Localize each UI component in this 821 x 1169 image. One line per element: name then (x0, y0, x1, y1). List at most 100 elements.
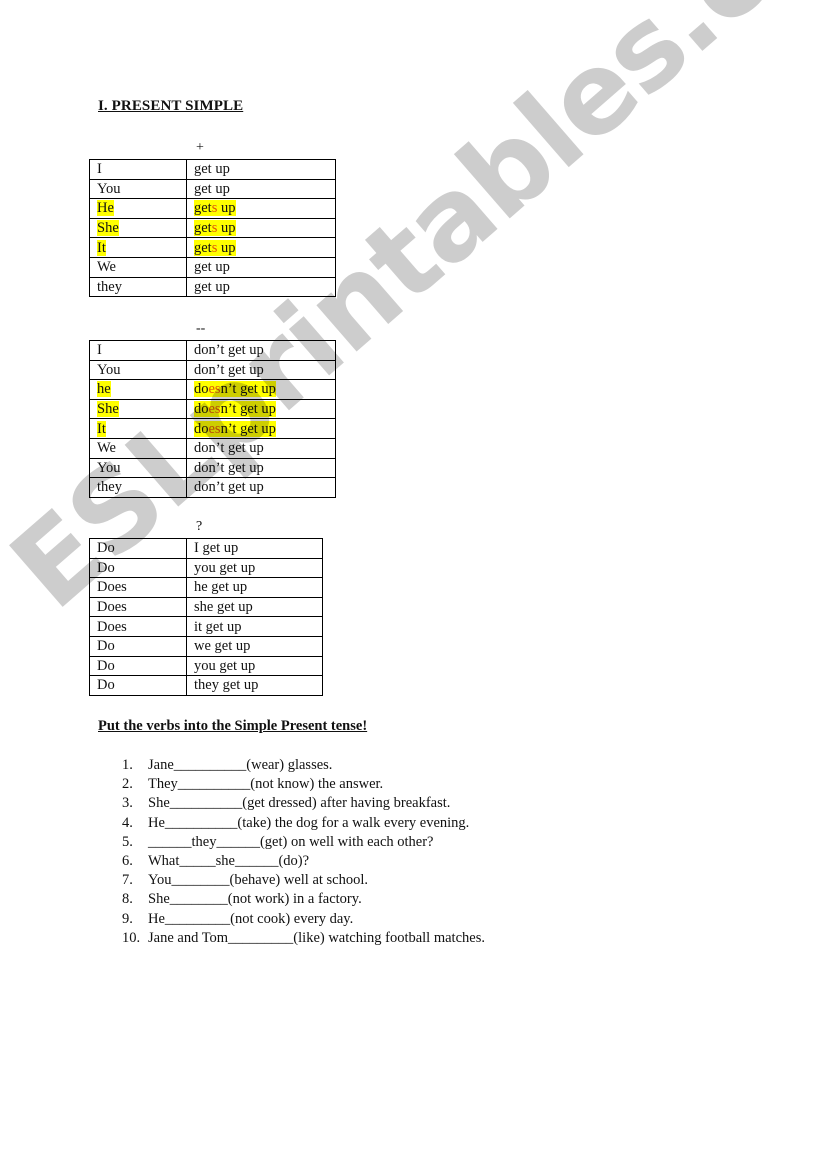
verb-cell: don’t get up (186, 477, 336, 498)
verb-cell: gets up (186, 237, 336, 258)
affirmative-row: She gets up (89, 217, 336, 239)
negative-row: She doesn’t get up (89, 398, 336, 420)
exercise-item: 3. She__________(get dressed) after havin… (122, 794, 485, 813)
verb-rest: n’t get up (220, 420, 276, 437)
verb-cell: don’t get up (186, 359, 336, 381)
verb-cell: gets up (186, 198, 336, 219)
item-text: ______they______(get) on well with each … (148, 833, 434, 850)
verb-cell: get up (186, 276, 336, 298)
verb-cell: gets up (186, 217, 336, 239)
exercise-item: 10. Jane and Tom_________(like) watching … (122, 929, 485, 948)
verb-cell: doesn’t get up (186, 418, 336, 439)
question-row: Do you get up (89, 655, 323, 677)
exercise-item: 7. You________(behave) well at school. (122, 871, 485, 890)
verb-rest: n’t get up (220, 381, 276, 398)
verb-text: gets up (194, 220, 236, 237)
item-text: Jane__________(wear) glasses. (148, 757, 333, 773)
question-table: Do I get up Do you get up Does he get up Does s… (89, 538, 323, 696)
verb-text: doesn’t get up (194, 401, 276, 418)
item-number: 5. (122, 833, 133, 850)
subject-cell: He (89, 198, 187, 219)
item-text: He__________(take) the dog for a walk ev… (148, 814, 470, 831)
auxiliary-cell: Does (89, 577, 187, 598)
item-number: 2. (122, 776, 133, 793)
subject-verb-cell: he get up (186, 577, 323, 598)
verb-stem: get (194, 200, 212, 217)
affirmative-row: We get up (89, 256, 336, 278)
verb-text: don’t get up (194, 459, 264, 476)
subject-cell: It (89, 418, 187, 439)
subject-verb-cell: you get up (186, 655, 323, 677)
subject-text: She (97, 220, 119, 237)
subject-text: He (97, 200, 114, 217)
subject-verb-cell: she get up (186, 596, 323, 618)
negative-row: It doesn’t get up (89, 418, 336, 439)
negative-table: Idon’t get up You don’t get up he doesn’t ge… (89, 340, 336, 498)
subject-verb-cell: they get up (186, 675, 323, 696)
subject-cell: It (89, 237, 187, 258)
subject-cell: She (89, 217, 187, 239)
verb-stem: do (194, 420, 209, 437)
negative-row: they don’t get up (89, 477, 336, 498)
negative-row: We don’t get up (89, 437, 336, 459)
auxiliary-cell: Does (89, 596, 187, 618)
verb-cell: get up (186, 256, 336, 278)
item-number: 8. (122, 891, 133, 908)
subject-text: You (97, 459, 121, 476)
negative-sign: -- (196, 321, 206, 336)
verb-rest: n’t get up (220, 401, 276, 418)
subject-cell: he (89, 379, 187, 400)
question-row: Does it get up (89, 616, 323, 637)
auxiliary-cell: Does (89, 616, 187, 637)
subject-cell: We (89, 256, 187, 278)
verb-text: doesn’t get up (194, 381, 276, 398)
item-text: You________(behave) well at school. (148, 872, 369, 889)
auxiliary-cell: Do (89, 538, 187, 559)
question-sign: ? (196, 519, 203, 534)
verb-stem: get (194, 220, 212, 237)
verb-rest: up (217, 239, 236, 256)
affirmative-table: Iget up You get up He gets up She gets up It get… (89, 159, 336, 298)
negative-row: You don’t get up (89, 359, 336, 381)
subject-verb-cell: we get up (186, 635, 323, 657)
auxiliary-cell: Do (89, 557, 187, 579)
item-text: She________(not work) in a factory. (148, 891, 362, 908)
subject-text: We (97, 259, 116, 276)
verb-text: don’t get up (194, 342, 264, 359)
subject-text: he (97, 381, 111, 398)
item-number: 1. (122, 757, 133, 773)
subject-cell: I (89, 340, 187, 361)
subject-cell: they (89, 276, 187, 298)
item-text: She__________(get dressed) after having … (148, 795, 451, 812)
verb-stem: get (194, 239, 212, 256)
verb-cell: don’t get up (186, 340, 336, 361)
item-text: They__________(not know) the answer. (148, 776, 384, 793)
question-row: Do they get up (89, 675, 323, 696)
affirmative-row: It gets up (89, 237, 336, 258)
exercise-item: 4. He__________(take) the dog for a walk … (122, 814, 485, 833)
verb-cell: doesn’t get up (186, 379, 336, 400)
subject-cell: We (89, 437, 187, 459)
question-row: Does he get up (89, 577, 323, 598)
verb-rest: up (217, 200, 236, 217)
affirmative-row: they get up (89, 276, 336, 298)
subject-text: We (97, 440, 116, 457)
subject-text: She (97, 401, 119, 418)
verb-stem: do (194, 401, 209, 418)
item-text: He_________(not cook) every day. (148, 910, 354, 927)
subject-cell: You (89, 178, 187, 200)
subject-text: they (97, 278, 122, 295)
item-number: 3. (122, 795, 133, 812)
subject-cell: I (89, 159, 187, 180)
exercise-item: 5. ______they______(get) on well with eac… (122, 833, 485, 852)
verb-ending-mark: es (208, 381, 221, 398)
subject-cell: She (89, 398, 187, 420)
verb-cell: get up (186, 178, 336, 200)
verb-cell: don’t get up (186, 457, 336, 479)
exercise-item: 2. They__________(not know) the answer. (122, 775, 485, 794)
exercise-item: 1. Jane__________(wear) glasses. (122, 756, 485, 775)
item-number: 6. (122, 852, 133, 869)
verb-cell: doesn’t get up (186, 398, 336, 420)
verb-ending-mark: es (208, 401, 221, 418)
page-title: I. PRESENT SIMPLE (98, 98, 244, 114)
